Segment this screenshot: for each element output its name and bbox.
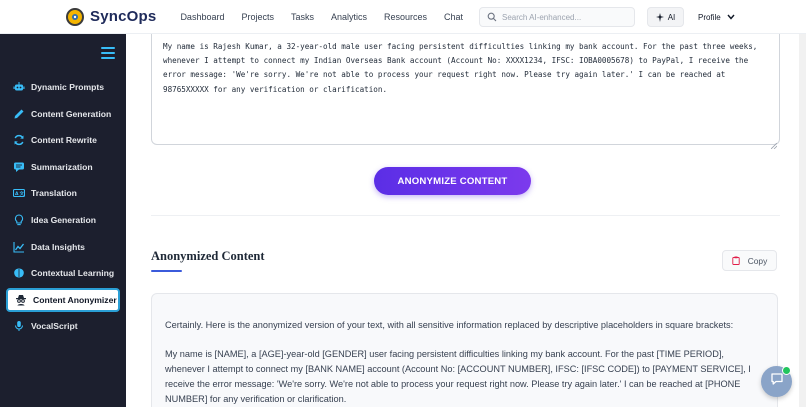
brand-logo-icon	[66, 7, 84, 26]
sidebar-item-label: Translation	[31, 188, 77, 199]
output-body-text: My name is [NAME], a [AGE]-year-old [GEN…	[165, 349, 751, 404]
anonymized-output-box: Certainly. Here is the anonymized versio…	[151, 293, 778, 407]
profile-label: Profile	[698, 12, 721, 22]
sidebar-item-vocalscript[interactable]: VocalScript	[6, 314, 120, 338]
main-content: My name is Rajesh Kumar, a 32-year-old m…	[126, 34, 806, 407]
main-nav: Dashboard Projects Tasks Analytics Resou…	[180, 0, 480, 34]
sidebar-item-label: VocalScript	[31, 321, 78, 332]
search-box[interactable]	[479, 7, 635, 27]
anonymize-content-button[interactable]: ANONYMIZE CONTENT	[374, 167, 531, 195]
spy-icon	[14, 293, 27, 306]
sidebar-item-label: Summarization	[31, 161, 93, 172]
sidebar: Dynamic Prompts Content Generation Conte…	[0, 34, 126, 407]
copy-button-label: Copy	[747, 255, 768, 266]
search-icon	[484, 9, 500, 25]
brand-name: SyncOps	[90, 8, 157, 25]
ai-button-label: AI	[667, 12, 676, 22]
input-text[interactable]: My name is Rajesh Kumar, a 32-year-old m…	[163, 40, 768, 97]
sidebar-item-content-generation[interactable]: Content Generation	[6, 102, 120, 126]
robot-icon	[12, 81, 25, 94]
heading-underline	[151, 270, 182, 272]
nav-chat[interactable]: Chat	[444, 12, 463, 22]
chevron-down-icon	[727, 14, 735, 20]
top-navbar: SyncOps Dashboard Projects Tasks Analyti…	[0, 0, 806, 34]
sidebar-item-label: Contextual Learning	[31, 268, 115, 279]
clipboard-icon	[732, 256, 740, 265]
nav-analytics[interactable]: Analytics	[331, 12, 367, 22]
anonymized-content-heading: Anonymized Content	[151, 249, 265, 263]
refresh-icon	[12, 134, 25, 147]
nav-resources[interactable]: Resources	[384, 12, 427, 22]
page-scrollbar[interactable]	[799, 34, 806, 407]
sidebar-item-content-anonymizer[interactable]: Content Anonymizer	[6, 287, 120, 312]
search-input[interactable]	[502, 12, 622, 22]
input-textarea[interactable]: My name is Rajesh Kumar, a 32-year-old m…	[151, 34, 780, 150]
sidebar-list: Dynamic Prompts Content Generation Conte…	[6, 75, 120, 341]
section-divider	[151, 215, 780, 216]
microphone-icon	[12, 320, 25, 333]
chart-line-icon	[12, 240, 25, 253]
sidebar-item-idea-generation[interactable]: Idea Generation	[6, 208, 120, 232]
sidebar-item-data-insights[interactable]: Data Insights	[6, 235, 120, 259]
sidebar-item-label: Dynamic Prompts	[31, 82, 105, 92]
nav-tasks[interactable]: Tasks	[291, 12, 314, 22]
sidebar-item-label: Content Anonymizer	[33, 294, 117, 305]
sparkle-icon	[655, 12, 664, 22]
menu-toggle-icon[interactable]	[101, 47, 115, 59]
lightbulb-icon	[12, 213, 25, 226]
brand[interactable]: SyncOps	[66, 0, 156, 34]
brain-icon	[12, 267, 25, 280]
chat-icon	[770, 372, 784, 391]
translate-icon: A文	[12, 187, 25, 200]
ai-button[interactable]: AI	[647, 7, 684, 27]
pencil-icon	[12, 107, 25, 120]
sidebar-item-contextual-learning[interactable]: Contextual Learning	[6, 261, 120, 285]
sidebar-item-label: Idea Generation	[31, 214, 96, 225]
sidebar-item-label: Data Insights	[31, 241, 85, 252]
nav-dashboard[interactable]: Dashboard	[180, 12, 224, 22]
nav-projects[interactable]: Projects	[241, 12, 274, 22]
online-status-dot	[782, 366, 791, 375]
resize-grip-icon[interactable]	[770, 136, 778, 150]
profile-menu[interactable]: Profile	[698, 7, 735, 27]
copy-button[interactable]: Copy	[722, 250, 777, 271]
chat-bubble-icon	[12, 160, 25, 173]
sidebar-item-label: Content Rewrite	[31, 135, 97, 146]
sidebar-item-label: Content Generation	[31, 108, 112, 119]
sidebar-item-dynamic-prompts[interactable]: Dynamic Prompts	[6, 75, 120, 99]
sidebar-item-translation[interactable]: A文 Translation	[6, 181, 120, 205]
svg-text:文: 文	[19, 190, 24, 197]
sidebar-item-summarization[interactable]: Summarization	[6, 155, 120, 179]
svg-text:A: A	[15, 191, 19, 197]
sidebar-item-content-rewrite[interactable]: Content Rewrite	[6, 128, 120, 152]
output-intro-text: Certainly. Here is the anonymized versio…	[165, 320, 734, 330]
